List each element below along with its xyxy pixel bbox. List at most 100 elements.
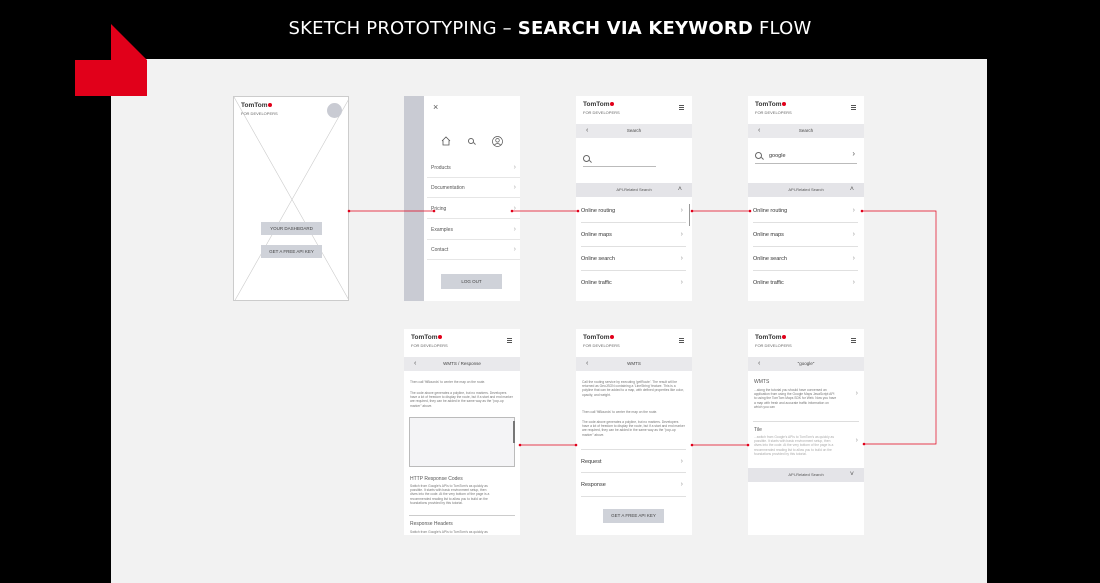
header: TomTom FOR DEVELOPERS	[748, 329, 864, 353]
search-icon	[755, 152, 762, 159]
result-item[interactable]: Online traffic ›	[753, 271, 858, 295]
paragraph: Switch from Google's APIs to TomTom's as…	[410, 530, 488, 534]
user-icon[interactable]	[492, 136, 503, 147]
back-icon[interactable]: ‹	[758, 124, 760, 138]
list-item-request[interactable]: Request ›	[581, 449, 686, 473]
paragraph: The code above generates a polyline, but…	[410, 391, 513, 408]
chevron-up-icon: ˄	[849, 186, 854, 193]
brand-logo: TomTom	[583, 334, 615, 341]
scrollbar[interactable]	[513, 421, 515, 443]
menu-item-pricing[interactable]: Pricing ›	[427, 199, 520, 219]
bar-title: Search	[798, 128, 814, 133]
result-item[interactable]: Online search ›	[581, 247, 686, 271]
result-item[interactable]: Online traffic ›	[581, 271, 686, 295]
result-title-tile[interactable]: Tile	[754, 427, 762, 433]
scrollbar[interactable]	[688, 204, 690, 226]
hamburger-icon[interactable]	[679, 338, 684, 344]
brand-sub: FOR DEVELOPERS	[583, 343, 620, 348]
header: TomTom FOR DEVELOPERS	[576, 96, 692, 120]
brand-logo: TomTom	[755, 101, 787, 108]
screen-google-results: TomTom FOR DEVELOPERS ‹ "google" WMTS ..…	[748, 329, 864, 535]
get-api-key-button[interactable]: GET A FREE API KEY	[261, 245, 322, 258]
screen-wmts: TomTom FOR DEVELOPERS ‹ WMTS Call the ro…	[576, 329, 692, 535]
bar-title: WMTS	[627, 361, 641, 366]
hamburger-icon[interactable]	[679, 105, 684, 111]
brand-logo: TomTom	[241, 102, 273, 109]
title-regular: SKETCH PROTOTYPING –	[288, 18, 512, 39]
result-item[interactable]: Online search ›	[753, 247, 858, 271]
hamburger-icon[interactable]	[507, 338, 512, 344]
list-item-response[interactable]: Response ›	[581, 473, 686, 497]
menu-item-examples[interactable]: Examples ›	[427, 220, 520, 240]
chevron-up-icon: ˄	[677, 186, 682, 193]
page-bar: ‹ WMTS / Response	[404, 357, 520, 371]
code-block	[409, 417, 515, 467]
header: TomTom FOR DEVELOPERS	[576, 329, 692, 353]
page-bar: ‹ WMTS	[576, 357, 692, 371]
your-dashboard-button[interactable]: YOUR DASHBOARD	[261, 222, 322, 235]
api-related-search-band[interactable]: API-Related Search ˄	[748, 183, 864, 197]
screen-home: TomTom FOR DEVELOPERS YOUR DASHBOARD GET…	[233, 96, 349, 301]
log-out-button[interactable]: LOG OUT	[441, 274, 502, 289]
header: TomTom FOR DEVELOPERS	[404, 329, 520, 353]
result-item[interactable]: Online routing ›	[753, 199, 858, 223]
section-heading: Response Headers	[410, 521, 453, 527]
chevron-right-icon[interactable]: ›	[856, 390, 858, 397]
menu-item-contact[interactable]: Contact ›	[427, 240, 520, 260]
title-tail: FLOW	[758, 18, 812, 39]
back-icon[interactable]: ‹	[414, 357, 416, 371]
divider	[409, 515, 515, 516]
close-icon[interactable]: ×	[433, 102, 438, 112]
screen-wmts-response: TomTom FOR DEVELOPERS ‹ WMTS / Response …	[404, 329, 520, 535]
paragraph: Then call 'fitBounds' to center the map …	[410, 380, 486, 384]
hamburger-icon[interactable]	[851, 338, 856, 344]
section-heading: HTTP Response Codes	[410, 476, 463, 482]
chevron-down-icon: ˅	[849, 471, 854, 478]
bar-title: Search	[626, 128, 642, 133]
get-api-key-button[interactable]: GET A FREE API KEY	[603, 509, 664, 523]
brand-logo: TomTom	[755, 334, 787, 341]
paragraph: Switch from Google's APIs to TomTom's as…	[410, 484, 490, 505]
result-item[interactable]: Online routing ›	[581, 199, 686, 223]
avatar[interactable]	[327, 103, 342, 118]
chevron-right-icon[interactable]: ›	[856, 437, 858, 444]
search-query: google	[769, 153, 786, 159]
search-icon[interactable]	[468, 138, 476, 146]
search-bar-header: ‹ Search	[748, 124, 864, 138]
back-icon[interactable]: ‹	[758, 357, 760, 371]
brand-sub: FOR DEVELOPERS	[241, 111, 278, 116]
result-snippet: ...switch from Google's APIs to TomTom's…	[754, 435, 834, 456]
back-icon[interactable]: ‹	[586, 124, 588, 138]
brand-logo: TomTom	[411, 334, 443, 341]
paragraph: Then call 'fitBounds' to center the map …	[582, 410, 658, 414]
result-snippet: ...along the tutorial you should have co…	[754, 388, 837, 409]
bar-title: "google"	[797, 361, 815, 366]
hamburger-icon[interactable]	[851, 105, 856, 111]
back-icon[interactable]: ‹	[586, 357, 588, 371]
search-icon	[583, 155, 590, 162]
menu-item-products[interactable]: Products ›	[427, 158, 520, 178]
screen-search-typed: TomTom FOR DEVELOPERS ‹ Search google › …	[748, 96, 864, 301]
brand-sub: FOR DEVELOPERS	[583, 110, 620, 115]
screen-search: TomTom FOR DEVELOPERS ‹ Search API-Relat…	[576, 96, 692, 301]
bar-title: WMTS / Response	[443, 361, 481, 366]
page-title: SKETCH PROTOTYPING – SEARCH VIA KEYWORD …	[0, 18, 1100, 39]
search-input[interactable]: google ›	[755, 148, 857, 164]
result-item[interactable]: Online maps ›	[753, 223, 858, 247]
result-item[interactable]: Online maps ›	[581, 223, 686, 247]
search-input[interactable]	[583, 151, 656, 167]
result-title-wmts[interactable]: WMTS	[754, 379, 769, 385]
brand-sub: FOR DEVELOPERS	[755, 110, 792, 115]
paragraph: The code above generates a polyline, but…	[582, 420, 685, 437]
brand-sub: FOR DEVELOPERS	[755, 343, 792, 348]
submit-arrow-icon[interactable]: ›	[852, 149, 855, 158]
api-related-search-band[interactable]: API-Related Search ˅	[748, 468, 864, 482]
page-bar: ‹ "google"	[748, 357, 864, 371]
menu-item-documentation[interactable]: Documentation ›	[427, 178, 520, 198]
home-icon[interactable]	[441, 136, 451, 146]
api-related-search-band[interactable]: API-Related Search ˄	[576, 183, 692, 197]
paragraph: Call the routing service by executing 'g…	[582, 380, 684, 397]
brand-sub: FOR DEVELOPERS	[411, 343, 448, 348]
tomtom-arrow-logo	[75, 24, 147, 96]
menu-backdrop	[404, 96, 424, 301]
